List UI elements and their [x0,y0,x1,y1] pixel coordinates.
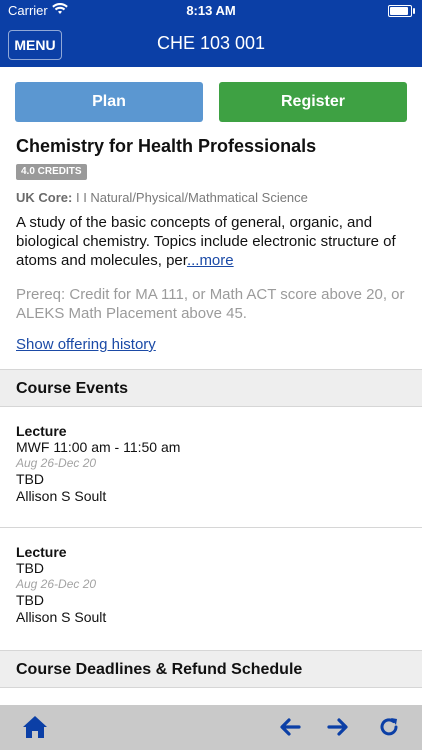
more-link[interactable]: ...more [187,252,234,269]
nav-bar: MENU CHE 103 001 [0,22,422,67]
event-location: TBD [16,471,44,487]
prerequisites: Prereq: Credit for MA 111, or Math ACT s… [16,286,405,322]
battery-icon [388,5,415,17]
home-icon[interactable] [22,715,48,741]
event-item: Lecture MWF 11:00 am - 11:50 am Aug 26-D… [0,423,422,505]
deadlines-header[interactable]: Course Deadlines & Refund Schedule [0,650,422,688]
course-events-header: Course Events [0,369,422,407]
event-type: Lecture [16,423,67,439]
divider [0,527,422,528]
event-dates: Aug 26-Dec 20 [16,577,97,591]
uk-core-value: I I Natural/Physical/Mathmatical Science [75,190,308,205]
event-type: Lecture [16,544,67,560]
uk-core-line: UK Core: I I Natural/Physical/Mathmatica… [16,190,308,205]
refresh-icon[interactable] [376,715,402,741]
bottom-toolbar [0,705,422,750]
offering-history-link[interactable]: Show offering history [16,336,156,353]
event-time: TBD [16,560,44,576]
event-location: TBD [16,592,44,608]
plan-button[interactable]: Plan [15,82,203,122]
event-instructor: Allison S Soult [16,609,107,625]
back-arrow-icon[interactable] [277,715,303,741]
event-dates: Aug 26-Dec 20 [16,456,97,470]
event-instructor: Allison S Soult [16,488,107,504]
credits-badge: 4.0 CREDITS [16,164,87,180]
event-time: MWF 11:00 am - 11:50 am [16,439,181,455]
forward-arrow-icon[interactable] [325,715,351,741]
top-bar: Carrier 8:13 AM MENU CHE 103 001 [0,0,422,67]
course-description: A study of the basic concepts of general… [16,213,408,270]
page-title: CHE 103 001 [156,33,266,53]
status-bar: Carrier 8:13 AM [0,0,422,22]
event-item: Lecture TBD Aug 26-Dec 20 TBD Allison S … [0,544,422,626]
register-button[interactable]: Register [219,82,407,122]
status-time: 8:13 AM [186,3,236,18]
action-buttons: Plan Register [15,82,407,122]
course-title: Chemistry for Health Professionals [16,136,317,156]
uk-core-label: UK Core: [16,190,73,205]
course-detail: Plan Register Chemistry for Health Profe… [0,67,422,705]
